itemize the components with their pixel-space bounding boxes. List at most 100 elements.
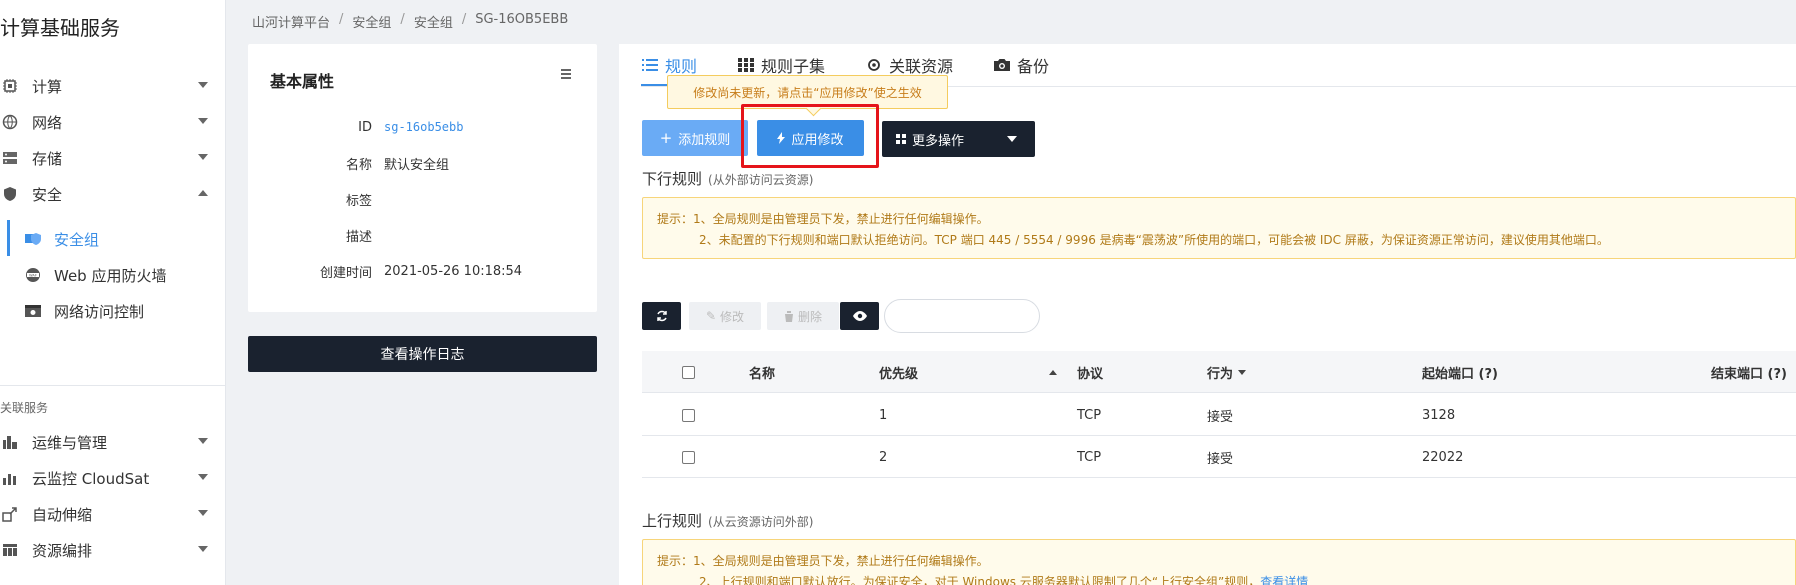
- breadcrumb-separator: /: [400, 12, 405, 27]
- breadcrumb-item[interactable]: 安全组: [352, 12, 391, 31]
- list-icon: [641, 57, 659, 73]
- col-priority[interactable]: 优先级: [879, 351, 918, 393]
- chevron-down-icon: [198, 546, 208, 552]
- menu-icon[interactable]: [559, 68, 573, 80]
- breadcrumb-item[interactable]: 山河计算平台: [252, 12, 330, 31]
- sidebar-section-label: 关联服务: [0, 401, 49, 415]
- sidebar-item-label: 自动伸缩: [32, 505, 93, 524]
- tab-label: 规则: [665, 57, 698, 76]
- sidebar-item-label: 资源编排: [32, 541, 93, 560]
- cell-protocol: TCP: [1077, 407, 1102, 423]
- attr-value-id[interactable]: sg-16ob5ebb: [384, 120, 463, 134]
- apply-changes-label: 应用修改: [791, 132, 844, 148]
- chevron-up-icon: [198, 190, 208, 196]
- apply-changes-button[interactable]: 应用修改: [757, 120, 864, 156]
- row-checkbox[interactable]: [682, 450, 695, 464]
- lightning-icon: [777, 132, 786, 144]
- storage-icon: [2, 150, 18, 166]
- ops-icon: [2, 434, 18, 450]
- main-panel: 规则 规则子集 关联资源 备份 修改尚未更新，请点击“应用修改”使之生效 + 添…: [619, 44, 1796, 585]
- section-title: 上行规则: [642, 512, 703, 530]
- row-select-cell: [682, 394, 695, 436]
- sidebar-item-security[interactable]: 安全: [0, 179, 225, 209]
- sidebar-item-security-group[interactable]: 安全组: [0, 224, 225, 254]
- chevron-down-icon: [1007, 136, 1017, 142]
- attr-row-id: ID sg-16ob5ebb: [248, 117, 597, 137]
- grid-small-icon: [896, 134, 906, 144]
- table-row[interactable]: 2 TCP 接受 22022: [642, 436, 1796, 478]
- notice-line: 2、上行规则和端口默认放行。为保证安全，对于 Windows 云服务器默认限制了…: [699, 573, 1308, 585]
- sidebar-item-label: 安全组: [54, 230, 100, 249]
- network-icon: [2, 114, 18, 130]
- rules-table-header: 名称 优先级 协议 行为 起始端口 (?) 结束端口 (?): [642, 351, 1796, 393]
- col-start-port[interactable]: 起始端口 (?): [1422, 351, 1498, 393]
- section-subtitle: (从外部访问云资源): [708, 173, 814, 187]
- attr-row-tags: 标签: [248, 189, 597, 209]
- inbound-notice: 提示：1、全局规则是由管理员下发，禁止进行任何编辑操作。 2、未配置的下行规则和…: [642, 197, 1796, 259]
- col-end-port[interactable]: 结束端口 (?): [1711, 351, 1787, 393]
- shield-icon: [2, 186, 18, 202]
- cell-protocol: TCP: [1077, 449, 1102, 465]
- more-actions-button[interactable]: 更多操作: [882, 121, 1035, 157]
- sidebar-item-label: 网络: [32, 113, 63, 132]
- view-details-link[interactable]: 查看详情: [1260, 575, 1308, 585]
- chevron-down-icon: [198, 438, 208, 444]
- cell-action: 接受: [1207, 409, 1234, 425]
- attr-row-created: 创建时间 2021-05-26 10:18:54: [248, 261, 597, 281]
- attr-row-description: 描述: [248, 225, 597, 245]
- sidebar-divider: [0, 385, 225, 386]
- sidebar-item-network[interactable]: 网络: [0, 107, 225, 137]
- cell-start-port: 3128: [1422, 407, 1456, 423]
- sidebar-item-label: 存储: [32, 149, 63, 168]
- sort-asc-icon[interactable]: [1049, 351, 1057, 393]
- col-name[interactable]: 名称: [749, 351, 775, 393]
- attr-row-name: 名称 默认安全组: [248, 153, 597, 173]
- sidebar-item-storage[interactable]: 存储: [0, 143, 225, 173]
- refresh-button[interactable]: [642, 302, 681, 330]
- sidebar-item-ops[interactable]: 运维与管理: [0, 427, 225, 457]
- notice-line: 提示：1、全局规则是由管理员下发，禁止进行任何编辑操作。: [657, 212, 989, 226]
- grid-icon: [737, 57, 755, 73]
- attr-value-name: 默认安全组: [384, 157, 450, 173]
- select-all-checkbox[interactable]: [682, 365, 695, 379]
- waf-icon: WAF: [24, 267, 42, 283]
- cell-start-port: 22022: [1422, 449, 1464, 465]
- sidebar-item-orchestration[interactable]: 资源编排: [0, 535, 225, 565]
- delete-button[interactable]: 删除: [767, 302, 839, 330]
- add-rule-label: 添加规则: [678, 132, 731, 148]
- cell-priority: 2: [879, 449, 888, 465]
- cell-priority: 1: [879, 407, 888, 423]
- basic-attributes-panel: 基本属性 ID sg-16ob5ebb 名称 默认安全组 标签 描述 创建时间 …: [248, 44, 597, 312]
- row-checkbox[interactable]: [682, 408, 695, 422]
- sidebar-item-autoscale[interactable]: 自动伸缩: [0, 499, 225, 529]
- access-control-icon: [24, 303, 42, 319]
- search-input[interactable]: [884, 299, 1040, 333]
- sidebar: 计算基础服务 计算 网络 存储 安全 安全组 WAF Web 应用防火墙 网络访…: [0, 0, 226, 585]
- toggle-visibility-button[interactable]: [840, 302, 879, 330]
- view-log-button[interactable]: 查看操作日志: [248, 336, 597, 372]
- attr-key: 描述: [345, 229, 372, 245]
- breadcrumb-item[interactable]: 安全组: [414, 12, 453, 31]
- outbound-rules-title: 上行规则 (从云资源访问外部): [642, 510, 813, 531]
- breadcrumb-current: SG-16OB5EBB: [475, 12, 569, 27]
- sidebar-item-monitor[interactable]: 云监控 CloudSat: [0, 463, 225, 493]
- col-protocol[interactable]: 协议: [1077, 351, 1103, 393]
- sidebar-title: 计算基础服务: [0, 16, 120, 40]
- sidebar-item-label: 网络访问控制: [54, 302, 145, 321]
- cell-action: 接受: [1207, 451, 1234, 467]
- tab-backup[interactable]: 备份: [993, 44, 1049, 86]
- add-rule-button[interactable]: + 添加规则: [642, 120, 748, 156]
- sidebar-item-access-control[interactable]: 网络访问控制: [0, 296, 225, 326]
- sidebar-item-waf[interactable]: WAF Web 应用防火墙: [0, 260, 225, 290]
- attr-key: 标签: [345, 193, 372, 209]
- chevron-down-icon: [198, 154, 208, 160]
- table-row[interactable]: 1 TCP 接受 3128: [642, 394, 1796, 436]
- edit-button[interactable]: ✎ 修改: [689, 302, 761, 330]
- sidebar-item-compute[interactable]: 计算: [0, 71, 225, 101]
- col-action[interactable]: 行为: [1207, 351, 1247, 393]
- notice-line: 2、未配置的下行规则和端口默认拒绝访问。TCP 端口 445 / 5554 / …: [699, 233, 1609, 247]
- monitor-icon: [2, 470, 18, 486]
- chevron-down-icon: [198, 474, 208, 480]
- attr-key: ID: [358, 119, 372, 135]
- filter-caret-icon[interactable]: [1238, 369, 1247, 375]
